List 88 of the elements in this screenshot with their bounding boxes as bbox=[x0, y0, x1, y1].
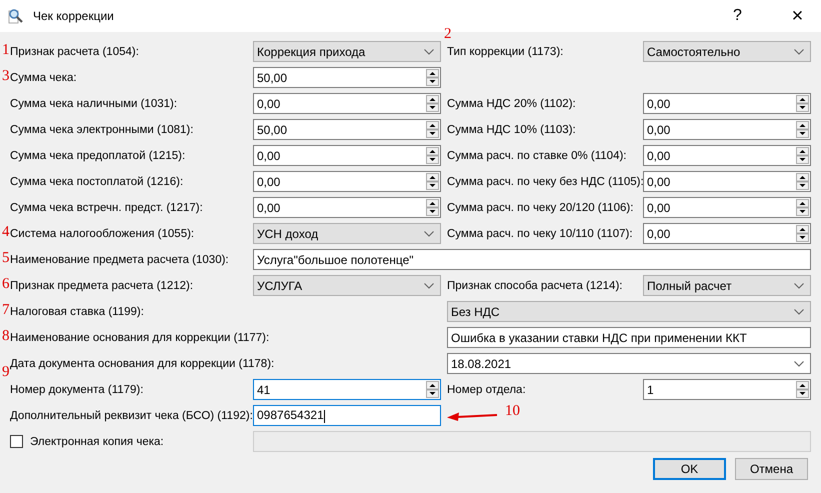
field-label: Сумма расч. по чеку 20/120 (1106): bbox=[447, 202, 634, 214]
field-label: Сумма чека предоплатой (1215): bbox=[10, 150, 186, 162]
spin-buttons[interactable] bbox=[796, 199, 809, 216]
text-field[interactable]: Услуга"большое полотенце" bbox=[253, 249, 811, 270]
field-label: Дополнительный реквизит чека (БСО) (1192): bbox=[10, 410, 253, 422]
number-field[interactable]: 0,00 bbox=[253, 93, 441, 114]
number-field[interactable]: 0,00 bbox=[643, 93, 811, 114]
step-number: 9 bbox=[2, 364, 10, 381]
spin-buttons[interactable] bbox=[796, 225, 809, 242]
number-field[interactable]: 0,00 bbox=[643, 145, 811, 166]
spin-buttons[interactable] bbox=[426, 121, 439, 138]
chevron-icon bbox=[424, 48, 434, 54]
number-field[interactable]: 0,00 bbox=[253, 197, 441, 218]
step-number: 2 bbox=[444, 26, 452, 43]
dropdown[interactable]: Без НДС bbox=[447, 301, 811, 322]
chevron-icon bbox=[794, 360, 804, 366]
step-number: 5 bbox=[2, 250, 10, 267]
spin-buttons[interactable] bbox=[426, 199, 439, 216]
field-label: Система налогообложения (1055): bbox=[10, 228, 194, 240]
chevron-icon bbox=[794, 48, 804, 54]
text-field[interactable]: 0987654321 bbox=[253, 405, 441, 426]
window-title: Чек коррекции bbox=[33, 9, 115, 23]
chevron-icon bbox=[424, 230, 434, 236]
spin-buttons[interactable] bbox=[426, 69, 439, 86]
dropdown[interactable]: Полный расчет bbox=[643, 275, 811, 296]
field-label: Сумма расч. по ставке 0% (1104): bbox=[447, 150, 626, 162]
magnifier-icon bbox=[8, 8, 24, 24]
spin-buttons[interactable] bbox=[426, 147, 439, 164]
number-field[interactable]: 0,00 bbox=[643, 119, 811, 140]
dropdown[interactable]: Коррекция прихода bbox=[253, 41, 441, 62]
field-label: Наименование основания для коррекции (1177): bbox=[10, 332, 270, 344]
field-label: Номер отдела: bbox=[447, 384, 526, 396]
spin-buttons[interactable] bbox=[426, 381, 439, 398]
spin-buttons[interactable] bbox=[796, 95, 809, 112]
close-button[interactable]: × bbox=[775, 0, 820, 32]
field-label: Признак способа расчета (1214): bbox=[447, 280, 622, 292]
field-label: Наименование предмета расчета (1030): bbox=[10, 254, 229, 266]
number-field[interactable]: 50,00 bbox=[253, 67, 441, 88]
number-field[interactable]: 1 bbox=[643, 379, 811, 400]
step-number: 1 bbox=[2, 42, 10, 59]
number-field[interactable]: 0,00 bbox=[643, 223, 811, 244]
field-label: Сумма чека: bbox=[10, 72, 77, 84]
spin-buttons[interactable] bbox=[426, 95, 439, 112]
number-field[interactable]: 0,00 bbox=[253, 171, 441, 192]
field-label: Сумма НДС 10% (1103): bbox=[447, 124, 576, 136]
spin-buttons[interactable] bbox=[796, 121, 809, 138]
number-field[interactable]: 0,00 bbox=[643, 171, 811, 192]
step-number: 6 bbox=[2, 276, 10, 293]
spin-buttons[interactable] bbox=[796, 381, 809, 398]
field-label: Налоговая ставка (1199): bbox=[10, 306, 144, 318]
help-button[interactable]: ? bbox=[715, 0, 760, 32]
field-label: Сумма расч. по чеку 10/110 (1107): bbox=[447, 228, 633, 240]
field-label: Сумма чека встречн. предст. (1217): bbox=[10, 202, 203, 214]
spin-buttons[interactable] bbox=[426, 173, 439, 190]
number-field[interactable]: 0,00 bbox=[643, 197, 811, 218]
field-label: Дата документа основания для коррекции (1178): bbox=[10, 358, 274, 370]
field-label: Признак расчета (1054): bbox=[10, 46, 139, 58]
step-number: 8 bbox=[2, 328, 10, 345]
field-label: Сумма чека постоплатой (1216): bbox=[10, 176, 184, 188]
checkbox[interactable] bbox=[10, 435, 23, 448]
step-number: 4 bbox=[2, 224, 10, 241]
number-field[interactable]: 41 bbox=[253, 379, 441, 400]
step-number: 10 bbox=[505, 403, 520, 420]
dropdown[interactable]: УСЛУГА bbox=[253, 275, 441, 296]
chevron-icon bbox=[424, 282, 434, 288]
chevron-icon bbox=[794, 282, 804, 288]
text-field[interactable]: Ошибка в указании ставки НДС при применении ККТ bbox=[447, 327, 811, 348]
field-label: Номер документа (1179): bbox=[10, 384, 144, 396]
field-label: Тип коррекции (1173): bbox=[447, 46, 564, 58]
number-field[interactable]: 50,00 bbox=[253, 119, 441, 140]
field-label: Электронная копия чека: bbox=[30, 436, 164, 448]
number-field[interactable]: 0,00 bbox=[253, 145, 441, 166]
spin-buttons[interactable] bbox=[796, 147, 809, 164]
field-label: Сумма чека наличными (1031): bbox=[10, 98, 178, 110]
field-label: Сумма НДС 20% (1102): bbox=[447, 98, 576, 110]
step-number: 7 bbox=[2, 302, 10, 319]
field-label: Признак предмета расчета (1212): bbox=[10, 280, 194, 292]
dialog-button[interactable]: Отмена bbox=[735, 458, 808, 480]
field-label: Сумма расч. по чеку без НДС (1105): bbox=[447, 176, 644, 188]
dropdown[interactable]: УСН доход bbox=[253, 223, 441, 244]
date-picker[interactable]: 18.08.2021 bbox=[447, 353, 811, 374]
step-number: 3 bbox=[2, 68, 10, 85]
pointer-arrow bbox=[447, 410, 499, 420]
chevron-icon bbox=[794, 308, 804, 314]
dropdown[interactable]: Самостоятельно bbox=[643, 41, 811, 62]
field-label: Сумма чека электронными (1081): bbox=[10, 124, 194, 136]
dialog-button[interactable]: OK bbox=[653, 458, 726, 480]
spin-buttons[interactable] bbox=[796, 173, 809, 190]
